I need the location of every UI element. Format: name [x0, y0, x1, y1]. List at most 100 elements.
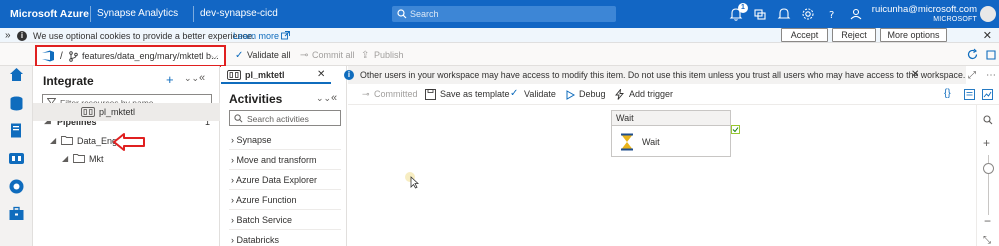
tree-folder-mkt[interactable]: Mkt [89, 154, 104, 164]
collapse-pane-icon[interactable]: « [331, 92, 337, 104]
breadcrumb-workspace[interactable]: dev-synapse-cicd [200, 8, 278, 19]
activity-group-batch-service[interactable]: › Batch Service [231, 215, 292, 225]
activity-group-synapse[interactable]: › Synapse [231, 135, 272, 145]
learn-more-link[interactable]: Learn more [233, 31, 279, 41]
divider [193, 6, 194, 22]
tab-pl-mktetl[interactable]: pl_mktetl [221, 66, 331, 84]
activity-group-databricks[interactable]: › Databricks [231, 235, 279, 245]
commit-all-button[interactable]: Commit all [312, 50, 355, 60]
home-icon[interactable] [8, 66, 25, 83]
integrate-pane: Integrate + ⌄⌄ « Filter resources by nam… [33, 66, 220, 246]
data-icon[interactable] [8, 95, 25, 112]
tab-label: pl_mktetl [245, 70, 285, 80]
add-trigger-icon [614, 89, 625, 100]
collapse-pane-icon[interactable]: « [199, 72, 205, 84]
info-message: Other users in your workspace may have a… [360, 70, 966, 80]
devops-icon [41, 50, 55, 62]
properties-icon[interactable] [964, 89, 975, 100]
expand-icon[interactable]: ⤢ [968, 70, 976, 81]
validate-all-button[interactable]: Validate all [247, 50, 290, 60]
search-placeholder: Search activities [247, 114, 309, 124]
integrate-icon[interactable] [8, 150, 25, 167]
user-tenant: MICROSOFT [933, 16, 977, 23]
avatar[interactable] [980, 6, 996, 22]
validate-all-icon: ✓ [235, 50, 244, 61]
activity-group-label: Move and transform [236, 155, 317, 165]
add-resource-icon[interactable]: + [166, 72, 174, 87]
accept-button[interactable]: Accept [781, 28, 828, 42]
close-icon[interactable]: ✕ [911, 69, 919, 80]
annotation-arrow [112, 132, 146, 152]
settings-icon[interactable] [800, 6, 816, 22]
activities-pane: pl_mktetl ✕ Activities ⌄⌄ « Search activ… [221, 66, 347, 246]
publish-button[interactable]: Publish [374, 50, 404, 60]
user-email[interactable]: ruicunha@microsoft.com [872, 4, 977, 15]
activity-group-label: Batch Service [236, 215, 293, 225]
search-placeholder: Search [410, 9, 439, 19]
branch-name: features/data_eng/mary/mktetl b... [82, 51, 219, 61]
external-link-icon [281, 31, 290, 40]
zoom-slider-thumb[interactable] [983, 163, 994, 174]
activity-group-label: Azure Data Explorer [236, 175, 318, 185]
branch-icon [68, 51, 79, 62]
expand-icon[interactable]: » [5, 30, 11, 41]
activity-group-azure-function[interactable]: › Azure Function [231, 195, 297, 205]
validate-button[interactable]: Validate [524, 89, 556, 99]
search-icon [397, 9, 407, 19]
directory-icon[interactable] [752, 6, 768, 22]
activity-group-data-explorer[interactable]: › Azure Data Explorer [231, 175, 317, 185]
notification-badge: 1 [738, 3, 748, 13]
add-trigger-button[interactable]: Add trigger [629, 89, 673, 99]
search-icon[interactable] [983, 115, 993, 125]
monitor-icon[interactable] [982, 89, 993, 100]
debug-icon [566, 90, 575, 100]
feedback-icon[interactable] [848, 6, 864, 22]
bell-icon[interactable] [776, 6, 792, 22]
activity-group-label: Databricks [236, 235, 280, 245]
zoom-controls: + − ⤡ [976, 105, 999, 246]
help-icon[interactable]: ? [824, 6, 840, 22]
fit-to-screen-icon[interactable]: ⤡ [983, 235, 991, 246]
info-icon: i [344, 70, 354, 80]
monitor-icon[interactable] [8, 178, 25, 195]
left-nav-rail [0, 66, 33, 246]
refresh-icon[interactable] [966, 48, 979, 61]
chevron-down-icon[interactable]: ◢ [62, 154, 68, 163]
activity-group-move-transform[interactable]: › Move and transform [231, 155, 317, 165]
azure-brand[interactable]: Microsoft Azure [10, 8, 89, 20]
discard-icon[interactable] [985, 49, 997, 61]
collapse-all-icon[interactable]: ⌄⌄ [316, 93, 331, 104]
branch-separator: / [60, 51, 63, 62]
code-icon[interactable]: {} [944, 88, 951, 99]
chevron-down-icon[interactable]: ◢ [50, 136, 56, 145]
save-as-template-button[interactable]: Save as template [440, 89, 510, 99]
manage-icon[interactable] [8, 206, 25, 223]
committed-button[interactable]: Committed [374, 89, 418, 99]
folder-icon [73, 153, 85, 163]
search-activities-input[interactable]: Search activities [229, 110, 341, 126]
collapse-all-icon[interactable]: ⌄⌄ [184, 73, 199, 84]
develop-icon[interactable] [8, 122, 25, 139]
debug-button[interactable]: Debug [579, 89, 606, 99]
divider [229, 209, 341, 210]
more-icon[interactable]: ⋯ [986, 70, 996, 81]
zoom-in-icon[interactable]: + [983, 136, 990, 150]
hourglass-icon [620, 133, 634, 151]
activity-group-label: Azure Function [236, 195, 297, 205]
activity-name: Wait [642, 137, 660, 147]
zoom-out-icon[interactable]: − [984, 214, 991, 228]
wait-activity-card[interactable]: Wait Wait [611, 110, 731, 157]
chevron-down-icon: ⌵ [211, 51, 218, 61]
branch-selector[interactable]: / features/data_eng/mary/mktetl b... ⌵ [35, 45, 226, 67]
success-check-icon[interactable] [731, 125, 740, 134]
commit-icon: ⊸ [300, 50, 309, 61]
reject-button[interactable]: Reject [832, 28, 876, 42]
search-input[interactable]: Search [392, 6, 616, 22]
breadcrumb-service[interactable]: Synapse Analytics [97, 8, 178, 19]
close-tab-icon[interactable]: ✕ [317, 69, 325, 80]
close-icon[interactable]: ✕ [983, 29, 992, 42]
tree-item-pl-mktetl[interactable]: pl_mktetl [33, 103, 220, 121]
more-options-button[interactable]: More options [880, 28, 947, 42]
divider [229, 189, 341, 190]
save-template-icon [425, 89, 436, 100]
